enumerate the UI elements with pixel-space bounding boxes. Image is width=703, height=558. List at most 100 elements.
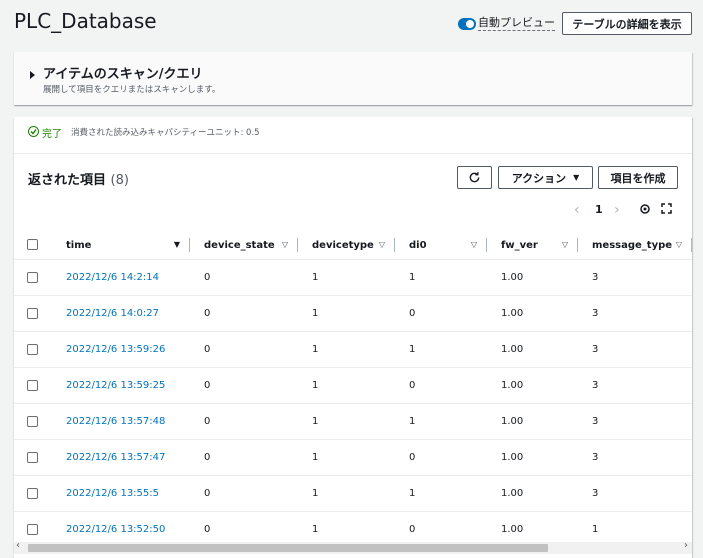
scroll-right-icon[interactable]: › <box>684 540 688 551</box>
table-row[interactable]: 2022/12/6 13:57:48 0 1 1 1.00 3 <box>14 403 692 440</box>
table-cell: 3 <box>578 295 692 332</box>
cell-value: 0 <box>204 380 211 391</box>
sort-icon[interactable]: ▽ <box>562 240 568 249</box>
table-cell[interactable]: 2022/12/6 13:59:26 <box>52 331 190 368</box>
capacity-units: 消費された読み込みキャパシティーユニット: 0.5 <box>71 128 260 138</box>
cell-value: 0 <box>204 488 211 499</box>
cell-value: 0 <box>204 308 211 319</box>
sort-icon[interactable]: ▽ <box>282 240 288 249</box>
caret-right-icon[interactable] <box>30 71 35 79</box>
time-link[interactable]: 2022/12/6 13:57:48 <box>66 416 165 427</box>
row-checkbox[interactable] <box>27 379 38 391</box>
current-page[interactable]: 1 <box>595 203 603 216</box>
cell-value: 3 <box>592 344 599 355</box>
time-link[interactable]: 2022/12/6 13:59:26 <box>66 344 165 355</box>
table-cell: 1 <box>298 331 395 368</box>
refresh-icon <box>469 172 480 183</box>
row-checkbox[interactable] <box>27 523 38 535</box>
cell-value: 3 <box>592 452 599 463</box>
row-select-cell <box>14 331 52 368</box>
table-row[interactable]: 2022/12/6 13:59:25 0 1 0 1.00 3 <box>14 367 692 404</box>
cell-value: 1.00 <box>501 524 524 535</box>
sort-descending-icon[interactable]: ▼ <box>174 240 180 249</box>
table-cell: 1.00 <box>487 367 578 404</box>
table-cell[interactable]: 2022/12/6 13:57:48 <box>52 403 190 440</box>
table-cell: 0 <box>190 331 298 368</box>
sort-icon[interactable]: ▽ <box>379 240 385 249</box>
table-row[interactable]: 2022/12/6 14:2:14 0 1 1 1.00 3 <box>14 259 692 296</box>
pagination: ‹ <box>574 202 580 218</box>
cell-value: 0 <box>204 344 211 355</box>
table-cell: 1 <box>395 331 487 368</box>
select-all-checkbox[interactable] <box>27 239 38 251</box>
column-label: message_type <box>592 239 673 251</box>
page-title: PLC_Database <box>14 9 157 33</box>
row-checkbox[interactable] <box>27 343 38 355</box>
table-row[interactable]: 2022/12/6 14:0:27 0 1 0 1.00 3 <box>14 295 692 332</box>
next-page-icon[interactable]: › <box>614 202 620 218</box>
row-checkbox[interactable] <box>27 307 38 319</box>
column-divider <box>691 238 692 252</box>
time-link[interactable]: 2022/12/6 14:2:14 <box>66 272 159 283</box>
sort-icon[interactable]: ▽ <box>471 240 477 249</box>
table-cell: 1 <box>395 475 487 512</box>
returned-items-label: 返された項目 <box>28 173 107 188</box>
row-checkbox[interactable] <box>27 415 38 427</box>
time-link[interactable]: 2022/12/6 14:0:27 <box>66 308 159 319</box>
sort-icon[interactable]: ▽ <box>676 240 682 249</box>
table-cell[interactable]: 2022/12/6 14:2:14 <box>52 259 190 296</box>
row-checkbox[interactable] <box>27 487 38 499</box>
time-link[interactable]: 2022/12/6 13:59:25 <box>66 380 165 391</box>
column-header-time[interactable]: time ▼ <box>52 231 190 260</box>
refresh-button[interactable] <box>457 166 492 189</box>
horizontal-scrollbar[interactable]: ‹ › <box>14 540 692 554</box>
column-header-message-type[interactable]: message_type ▽ <box>578 231 692 260</box>
column-header-devicetype[interactable]: devicetype ▽ <box>298 231 395 260</box>
column-label: fw_ver <box>501 239 538 251</box>
actions-label: アクション <box>511 171 567 185</box>
column-header-di0[interactable]: di0 ▽ <box>395 231 487 260</box>
cell-value: 0 <box>409 524 416 535</box>
scroll-left-icon[interactable]: ‹ <box>16 540 20 551</box>
time-link[interactable]: 2022/12/6 13:52:50 <box>66 524 165 535</box>
table-cell[interactable]: 2022/12/6 13:59:25 <box>52 367 190 404</box>
cell-value: 0 <box>204 272 211 283</box>
column-header-device-state[interactable]: device_state ▽ <box>190 231 298 260</box>
cell-value: 0 <box>409 308 416 319</box>
cell-value: 1 <box>409 272 416 283</box>
table-cell: 0 <box>190 439 298 476</box>
table-cell: 1 <box>298 403 395 440</box>
table-row[interactable]: 2022/12/6 13:57:47 0 1 0 1.00 3 <box>14 439 692 476</box>
time-link[interactable]: 2022/12/6 13:57:47 <box>66 452 165 463</box>
actions-dropdown[interactable]: アクション ▼ <box>498 166 593 189</box>
row-select-cell <box>14 439 52 476</box>
table-cell: 3 <box>578 367 692 404</box>
scrollbar-thumb[interactable] <box>28 544 548 552</box>
cell-value: 1.00 <box>501 452 524 463</box>
scan-query-title[interactable]: アイテムのスキャン/クエリ <box>43 63 202 82</box>
auto-preview-toggle[interactable] <box>458 18 476 30</box>
table-cell: 1 <box>298 439 395 476</box>
row-select-cell <box>14 475 52 512</box>
table-cell: 0 <box>190 295 298 332</box>
fullscreen-icon[interactable] <box>661 203 672 217</box>
table-cell[interactable]: 2022/12/6 14:0:27 <box>52 295 190 332</box>
table-row[interactable]: 2022/12/6 13:55:5 0 1 1 1.00 3 <box>14 475 692 512</box>
scan-query-panel[interactable]: アイテムのスキャン/クエリ 展開して項目をクエリまたはスキャンします。 <box>14 52 692 105</box>
column-header-fw-ver[interactable]: fw_ver ▽ <box>487 231 578 260</box>
table-row[interactable]: 2022/12/6 13:59:26 0 1 1 1.00 3 <box>14 331 692 368</box>
previous-page-icon[interactable]: ‹ <box>574 202 580 218</box>
cell-value: 0 <box>409 380 416 391</box>
cell-value: 1 <box>312 272 319 283</box>
table-cell: 1.00 <box>487 295 578 332</box>
table-cell[interactable]: 2022/12/6 13:57:47 <box>52 439 190 476</box>
create-item-button[interactable]: 項目を作成 <box>598 166 678 189</box>
row-checkbox[interactable] <box>27 271 38 283</box>
time-link[interactable]: 2022/12/6 13:55:5 <box>66 488 159 499</box>
settings-icon[interactable] <box>639 203 651 218</box>
cell-value: 1.00 <box>501 272 524 283</box>
row-checkbox[interactable] <box>27 451 38 463</box>
cell-value: 1 <box>312 416 319 427</box>
table-cell[interactable]: 2022/12/6 13:55:5 <box>52 475 190 512</box>
view-table-details-button[interactable]: テーブルの詳細を表示 <box>562 12 692 35</box>
